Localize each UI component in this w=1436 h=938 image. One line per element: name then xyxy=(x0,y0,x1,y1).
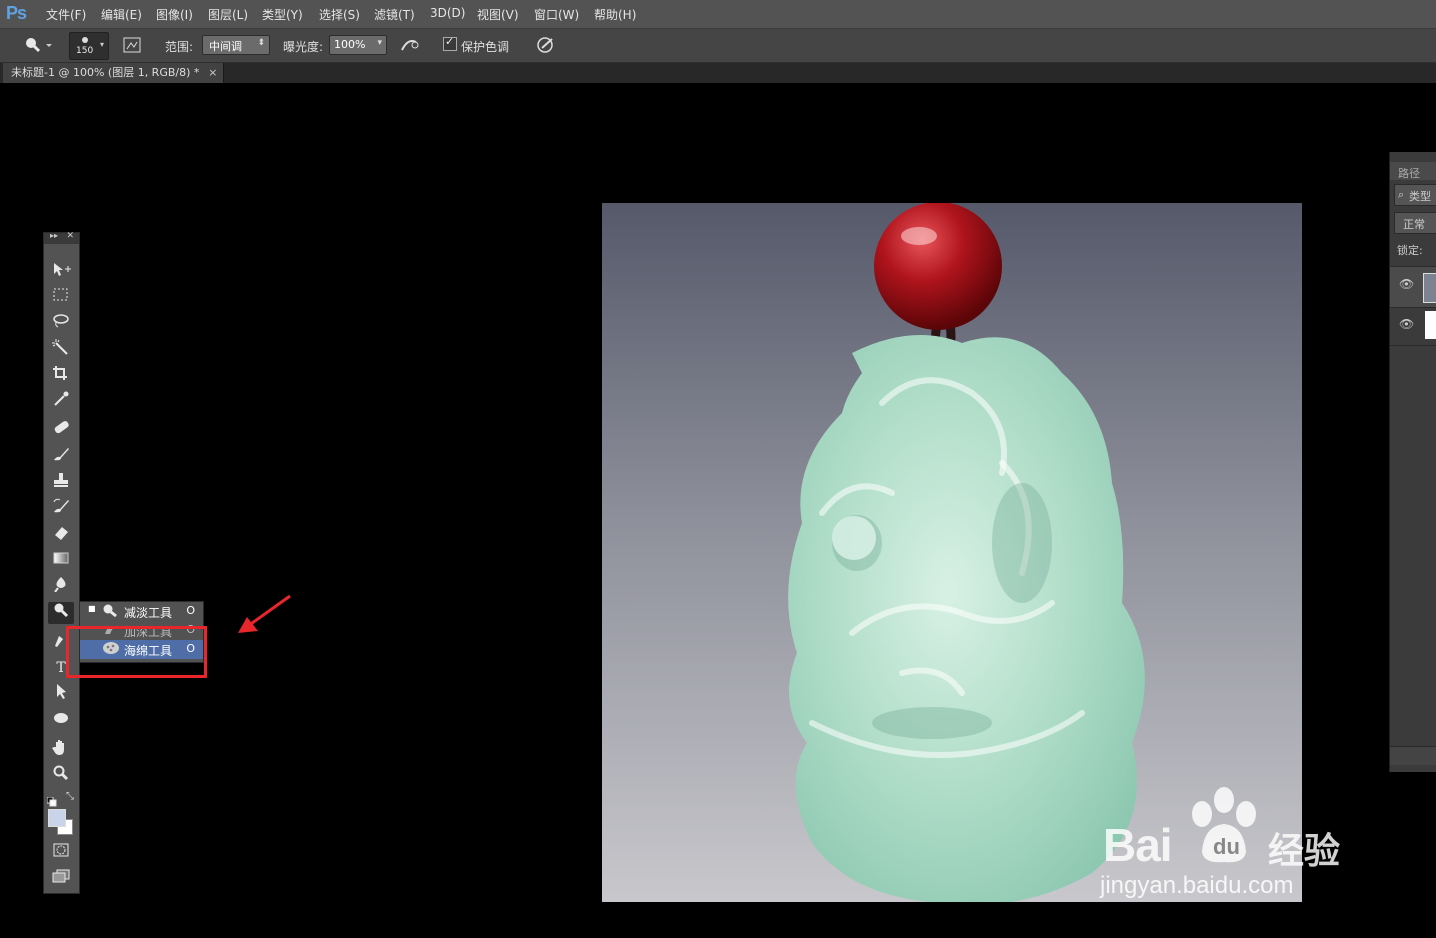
blend-mode-value: 正常 xyxy=(1403,218,1425,231)
panel-footer xyxy=(1390,746,1436,765)
menu-image[interactable]: 图像(I) xyxy=(156,6,193,23)
layer-filter-label: 类型 xyxy=(1409,190,1431,203)
quick-mask-icon[interactable] xyxy=(48,842,74,864)
search-icon: ⌕ xyxy=(1398,188,1405,201)
path-selection-tool-icon[interactable] xyxy=(48,683,74,705)
checkmark-icon: ✓ xyxy=(445,35,455,48)
baidu-paw-logo: du xyxy=(1192,787,1256,863)
menu-select[interactable]: 选择(S) xyxy=(319,6,360,23)
blur-tool-icon[interactable] xyxy=(48,576,74,598)
screen-mode-icon[interactable] xyxy=(48,868,74,890)
layer-row-2[interactable]: 👁︎ xyxy=(1390,307,1436,346)
tools-panel-header[interactable]: ▸▸ ✕ xyxy=(44,231,79,244)
watermark-brand: Bai xyxy=(1103,819,1173,871)
eye-icon[interactable]: 👁︎ xyxy=(1399,277,1414,291)
brush-size-value: 150 xyxy=(76,46,94,56)
highlight-box xyxy=(66,626,207,678)
swap-colors-icon[interactable]: ⤡ xyxy=(66,791,74,802)
exposure-input[interactable]: 100% ▾ xyxy=(329,35,387,55)
brush-size-picker[interactable]: 150 ▾ xyxy=(69,32,109,60)
current-tool-bullet-icon: ■ xyxy=(88,604,96,613)
exposure-value: 100% xyxy=(334,38,366,51)
chevron-down-icon[interactable]: ▾ xyxy=(377,38,382,48)
document-tab-title: 未标题-1 @ 100% (图层 1, RGB/8) * xyxy=(11,66,200,79)
flyout-item-label: 减淡工具 xyxy=(124,606,173,620)
menu-help[interactable]: 帮助(H) xyxy=(594,6,636,23)
dodge-tool-icon[interactable] xyxy=(48,602,74,624)
menu-bar: Ps 文件(F) 编辑(E) 图像(I) 图层(L) 类型(Y) 选择(S) 滤… xyxy=(0,0,1436,29)
flyout-item-shortcut: O xyxy=(186,604,195,617)
menu-view[interactable]: 视图(V) xyxy=(477,6,519,23)
healing-brush-tool-icon[interactable] xyxy=(48,419,74,441)
range-label: 范围: xyxy=(165,40,194,54)
menu-layer[interactable]: 图层(L) xyxy=(208,6,248,23)
crop-tool-icon[interactable] xyxy=(48,365,74,387)
ps-logo: Ps xyxy=(6,3,27,23)
menu-filter[interactable]: 滤镜(T) xyxy=(374,6,415,23)
layer-row-1[interactable]: 👁︎ xyxy=(1390,266,1436,308)
options-bar: 150 ▾ 范围: 中间调 ⬍ 曝光度: 100% ▾ ✓ 保护色调 xyxy=(0,29,1436,63)
layers-panel: 路径 ⌕ 类型 正常 锁定: 👁︎ 👁︎ xyxy=(1389,152,1436,772)
layer-filter-select[interactable]: ⌕ 类型 xyxy=(1394,184,1436,206)
pressure-size-icon[interactable] xyxy=(536,36,556,58)
move-tool-icon[interactable] xyxy=(48,261,74,283)
airbrush-icon[interactable] xyxy=(400,37,420,57)
clone-stamp-tool-icon[interactable] xyxy=(48,472,74,494)
panel-tab-bar: 路径 xyxy=(1390,162,1436,180)
blend-mode-select[interactable]: 正常 xyxy=(1394,212,1436,234)
menu-edit[interactable]: 编辑(E) xyxy=(101,6,142,23)
gradient-tool-icon[interactable] xyxy=(48,550,74,572)
hand-tool-icon[interactable] xyxy=(48,739,74,761)
menu-type[interactable]: 类型(Y) xyxy=(262,6,303,23)
ellipse-tool-icon[interactable] xyxy=(48,710,74,732)
exposure-label: 曝光度: xyxy=(283,40,324,54)
paths-tab[interactable]: 路径 xyxy=(1398,165,1420,181)
magic-wand-tool-icon[interactable] xyxy=(48,339,74,361)
close-icon[interactable]: ✕ xyxy=(66,231,74,241)
zoom-tool-icon[interactable] xyxy=(48,765,74,787)
brush-tool-icon[interactable] xyxy=(48,446,74,468)
range-value: 中间调 xyxy=(209,40,242,53)
protect-tones-label: 保护色调 xyxy=(461,40,510,54)
layer-thumbnail xyxy=(1425,311,1436,339)
flyout-item-dodge[interactable]: ■ 减淡工具 O xyxy=(80,602,203,621)
document-tab-bar: 未标题-1 @ 100% (图层 1, RGB/8) * × xyxy=(0,63,1436,83)
chevron-down-icon: ▾ xyxy=(100,40,105,49)
menu-window[interactable]: 窗口(W) xyxy=(534,6,579,23)
eye-icon[interactable]: 👁︎ xyxy=(1399,317,1414,331)
foreground-color-swatch[interactable] xyxy=(48,809,66,827)
eyedropper-tool-icon[interactable] xyxy=(48,391,74,413)
dodge-icon xyxy=(102,603,118,621)
baidu-paw-letters: du xyxy=(1213,834,1240,859)
watermark-cn: 经验 xyxy=(1268,831,1341,872)
history-brush-tool-icon[interactable] xyxy=(48,498,74,520)
collapse-icon[interactable]: ▸▸ xyxy=(50,231,58,240)
annotation-arrow-icon xyxy=(238,594,291,633)
menu-3d[interactable]: 3D(D) xyxy=(430,6,465,20)
close-icon[interactable]: × xyxy=(208,63,217,83)
layer-thumbnail xyxy=(1423,273,1436,303)
marquee-tool-icon[interactable] xyxy=(48,287,74,309)
menu-file[interactable]: 文件(F) xyxy=(46,6,86,23)
range-select[interactable]: 中间调 ⬍ xyxy=(202,35,270,55)
protect-tones-checkbox[interactable]: ✓ xyxy=(443,35,457,51)
dodge-tool-preset-icon[interactable] xyxy=(24,36,52,58)
lasso-tool-icon[interactable] xyxy=(48,313,74,335)
updown-arrow-icon: ⬍ xyxy=(257,38,265,48)
watermark-url: jingyan.baidu.com xyxy=(1100,872,1294,899)
brush-panel-icon[interactable] xyxy=(123,37,141,57)
document-tab[interactable]: 未标题-1 @ 100% (图层 1, RGB/8) * × xyxy=(3,63,225,83)
lock-label: 锁定: xyxy=(1397,244,1423,257)
eraser-tool-icon[interactable] xyxy=(48,524,74,546)
tools-panel: ▸▸ ✕ T ⤡ xyxy=(43,231,80,894)
